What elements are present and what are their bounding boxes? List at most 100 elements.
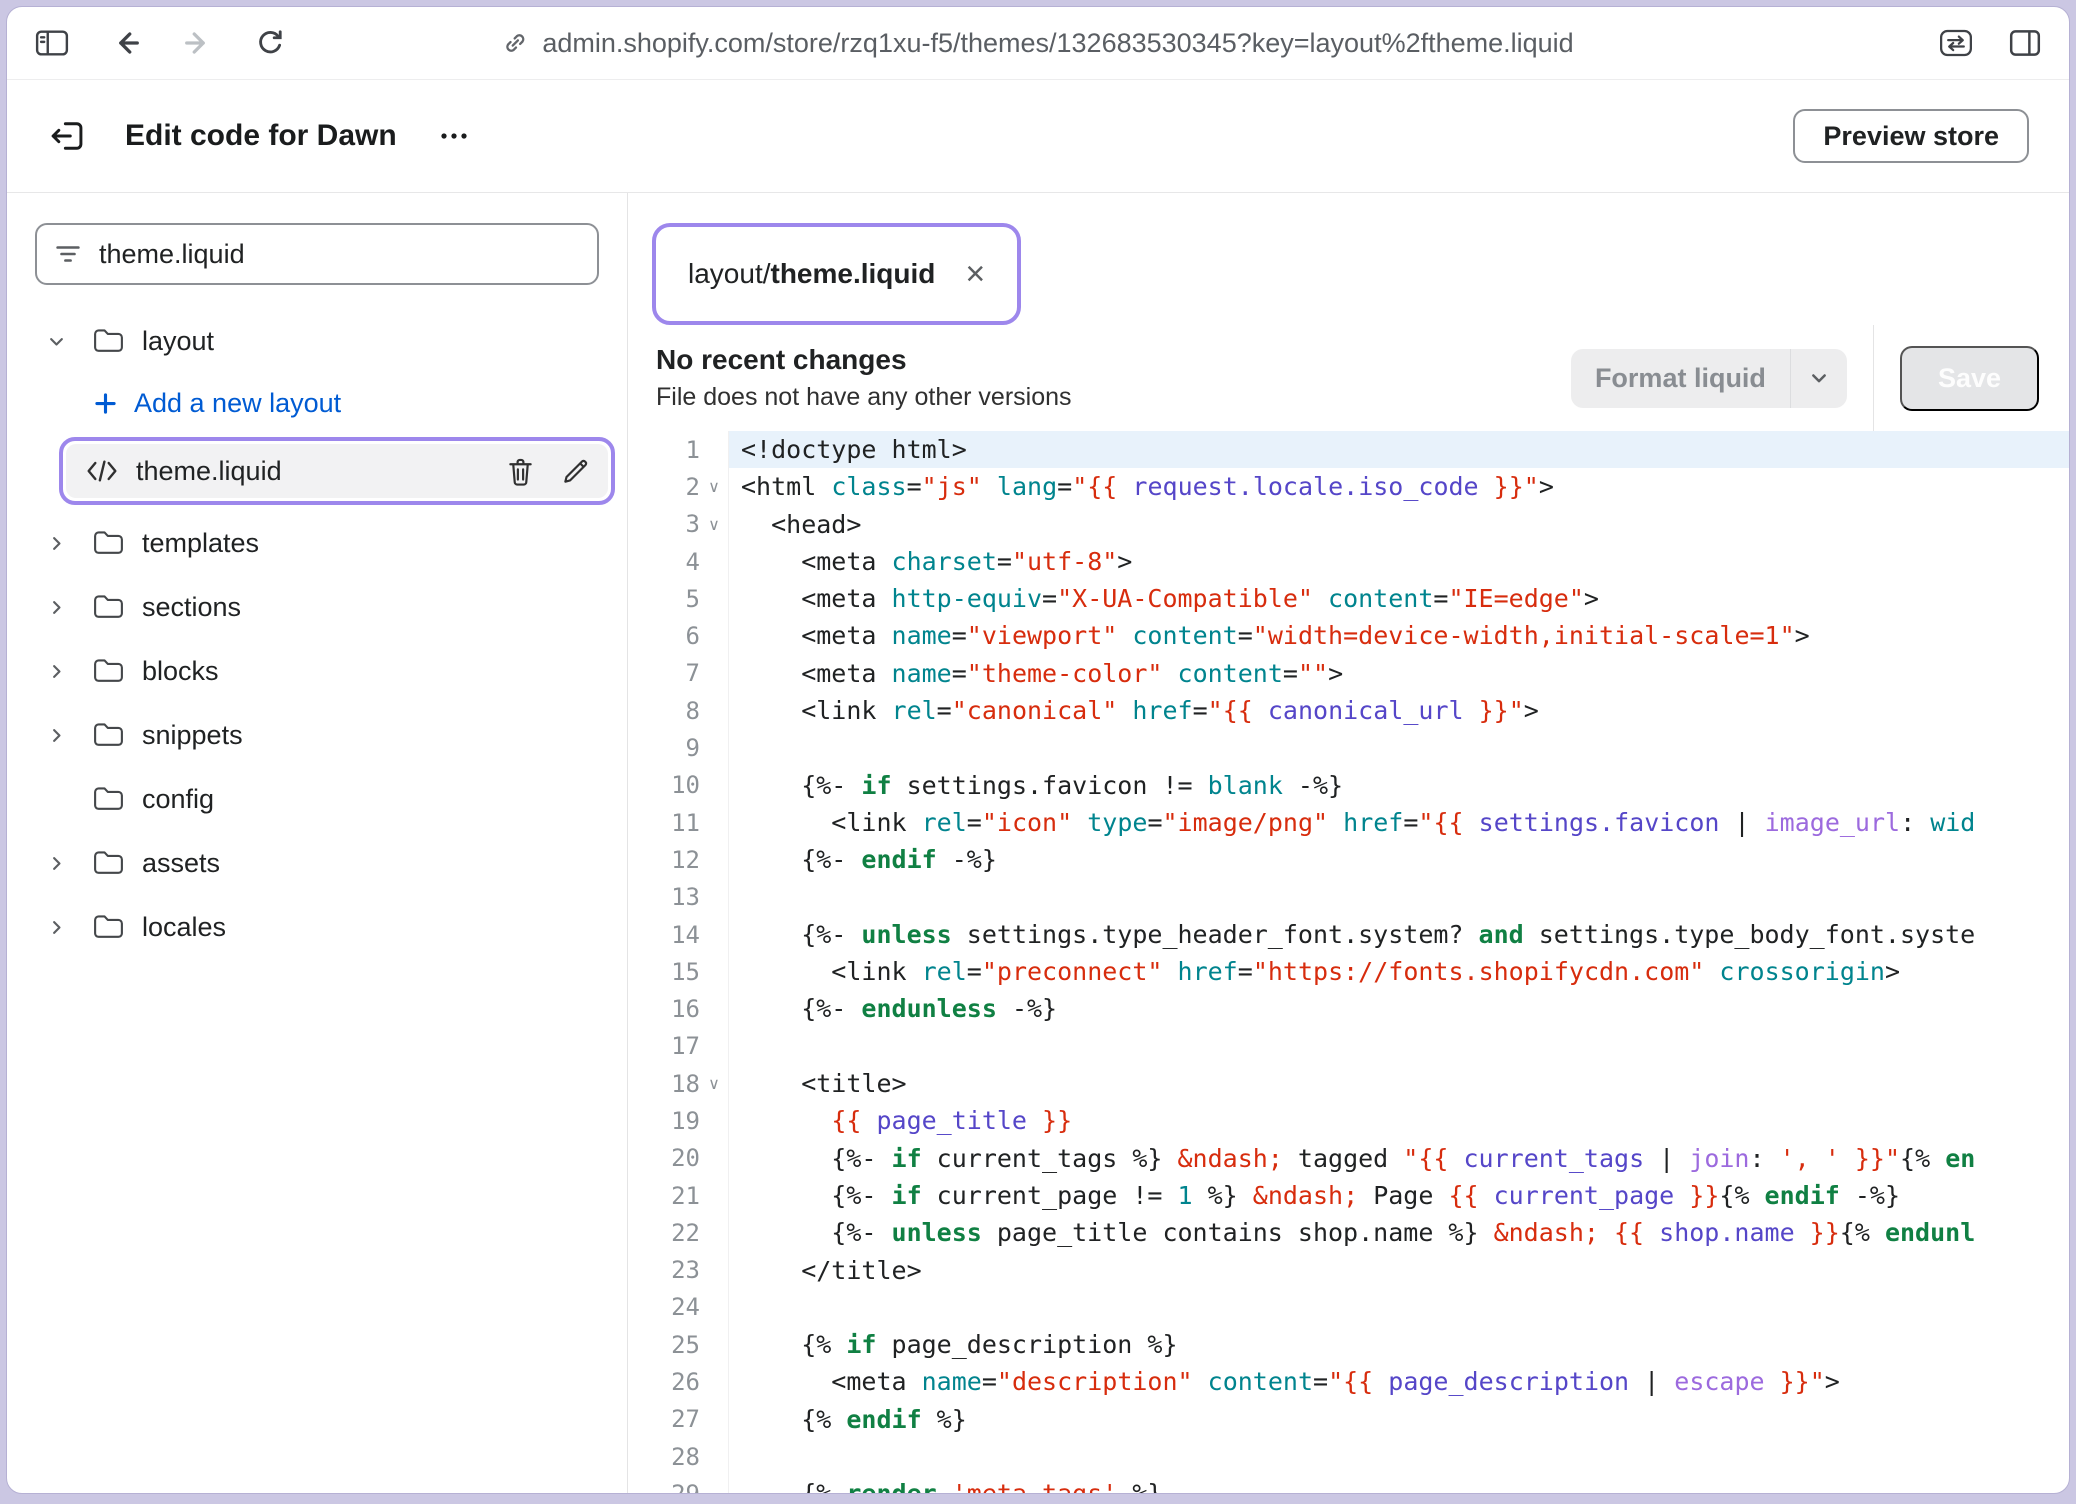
code-line[interactable] — [729, 729, 2069, 766]
line-number: 9 — [628, 729, 728, 766]
editor-status-bar: No recent changes File does not have any… — [628, 325, 2069, 431]
code-line[interactable]: </title> — [729, 1252, 2069, 1289]
file-search-box[interactable] — [35, 223, 599, 285]
back-icon[interactable] — [111, 28, 141, 58]
sidebar-item-label: locales — [142, 912, 226, 943]
code-line[interactable]: <html class="js" lang="{{ request.locale… — [729, 468, 2069, 505]
fold-chevron-icon[interactable]: ∨ — [700, 515, 728, 534]
fold-chevron-icon[interactable]: ∨ — [700, 477, 728, 496]
code-line[interactable]: <title> — [729, 1065, 2069, 1102]
app-header: Edit code for Dawn Preview store — [7, 80, 2069, 192]
chevron-right-icon[interactable] — [47, 726, 93, 745]
code-line[interactable]: {%- unless page_title contains shop.name… — [729, 1214, 2069, 1251]
line-number: 25 — [628, 1326, 728, 1363]
line-number: 6 — [628, 617, 728, 654]
chevron-down-icon[interactable] — [1790, 349, 1847, 408]
code-line[interactable]: <meta name="description" content="{{ pag… — [729, 1363, 2069, 1400]
address-bar[interactable]: admin.shopify.com/store/rzq1xu-f5/themes… — [502, 28, 1573, 59]
tab-bar: layout/theme.liquid × — [628, 193, 2069, 325]
code-line[interactable]: <meta charset="utf-8"> — [729, 543, 2069, 580]
rename-icon[interactable] — [561, 457, 590, 486]
chevron-right-icon[interactable] — [47, 662, 93, 681]
line-number: 16 — [628, 990, 728, 1027]
code-line[interactable] — [729, 879, 2069, 916]
line-number: 19 — [628, 1102, 728, 1139]
chevron-right-icon[interactable] — [47, 854, 93, 873]
sidebar-item-templates[interactable]: templates — [7, 511, 627, 575]
save-button[interactable]: Save — [1900, 346, 2039, 411]
code-line[interactable]: <meta http-equiv="X-UA-Compatible" conte… — [729, 580, 2069, 617]
sidebar-item-blocks[interactable]: blocks — [7, 639, 627, 703]
folder-icon — [93, 594, 124, 620]
sidebar-item-sections[interactable]: sections — [7, 575, 627, 639]
line-number: 18∨ — [628, 1065, 728, 1102]
chevron-down-icon[interactable] — [47, 332, 93, 351]
file-sidebar: layout Add a new layout theme.liquid tem… — [7, 193, 628, 1493]
fold-chevron-icon[interactable]: ∨ — [700, 1074, 728, 1093]
status-title: No recent changes — [656, 344, 1072, 376]
code-editor[interactable]: 12∨3∨456789101112131415161718∨1920212223… — [628, 431, 2069, 1493]
code-line[interactable] — [729, 1289, 2069, 1326]
code-line[interactable]: <link rel="icon" type="image/png" href="… — [729, 804, 2069, 841]
code-file-icon — [86, 458, 118, 484]
sidebar-item-locales[interactable]: locales — [7, 895, 627, 959]
code-line[interactable]: {% render 'meta-tags' %} — [729, 1475, 2069, 1493]
tab-theme-liquid[interactable]: layout/theme.liquid × — [660, 231, 1013, 317]
forward-icon[interactable] — [183, 28, 213, 58]
more-actions-icon[interactable] — [439, 132, 469, 140]
code-line[interactable]: {%- if current_tags %} &ndash; tagged "{… — [729, 1140, 2069, 1177]
code-line[interactable] — [729, 1438, 2069, 1475]
code-line[interactable]: <head> — [729, 506, 2069, 543]
folder-icon — [93, 850, 124, 876]
reload-icon[interactable] — [255, 28, 285, 58]
line-number: 23 — [628, 1252, 728, 1289]
sidebar-item-snippets[interactable]: snippets — [7, 703, 627, 767]
file-search-input[interactable] — [97, 238, 579, 271]
exit-icon[interactable] — [47, 118, 87, 154]
sidebar-item-config[interactable]: config — [7, 767, 627, 831]
code-line[interactable]: <meta name="viewport" content="width=dev… — [729, 617, 2069, 654]
line-number: 21 — [628, 1177, 728, 1214]
code-line[interactable]: {% if page_description %} — [729, 1326, 2069, 1363]
code-line[interactable]: {%- endunless -%} — [729, 990, 2069, 1027]
format-liquid-button[interactable]: Format liquid — [1571, 349, 1847, 408]
code-line[interactable]: {%- if current_page != 1 %} &ndash; Page… — [729, 1177, 2069, 1214]
folder-icon — [93, 530, 124, 556]
line-number: 4 — [628, 543, 728, 580]
sidebar-toggle-icon[interactable] — [35, 28, 69, 58]
code-line[interactable]: {%- unless settings.type_header_font.sys… — [729, 916, 2069, 953]
sidebar-item-label: blocks — [142, 656, 219, 687]
sidebar-item-assets[interactable]: assets — [7, 831, 627, 895]
extensions-icon[interactable] — [1939, 28, 1973, 58]
editor-actions: Format liquid Save — [1571, 325, 2069, 431]
code-line[interactable]: {%- endif -%} — [729, 841, 2069, 878]
status-subtitle: File does not have any other versions — [656, 383, 1072, 412]
line-number: 10 — [628, 767, 728, 804]
sidebar-item-layout[interactable]: layout — [7, 309, 627, 373]
delete-icon[interactable] — [506, 457, 535, 486]
line-number: 12 — [628, 841, 728, 878]
sidebar-item-label: layout — [142, 326, 214, 357]
code-line[interactable]: {%- if settings.favicon != blank -%} — [729, 767, 2069, 804]
chevron-right-icon[interactable] — [47, 598, 93, 617]
line-number: 28 — [628, 1438, 728, 1475]
add-new-layout-link[interactable]: Add a new layout — [7, 373, 627, 433]
sidebar-item-theme-liquid[interactable]: theme.liquid — [66, 444, 608, 498]
code-area[interactable]: <!doctype html><html class="js" lang="{{… — [729, 431, 2069, 1493]
code-line[interactable]: {% endif %} — [729, 1401, 2069, 1438]
close-icon[interactable]: × — [965, 257, 985, 291]
line-number-gutter: 12∨3∨456789101112131415161718∨1920212223… — [628, 431, 729, 1493]
code-line[interactable]: {{ page_title }} — [729, 1102, 2069, 1139]
chevron-right-icon[interactable] — [47, 918, 93, 937]
chevron-right-icon[interactable] — [47, 534, 93, 553]
code-line[interactable] — [729, 1028, 2069, 1065]
code-line[interactable]: <link rel="canonical" href="{{ canonical… — [729, 692, 2069, 729]
preview-store-button[interactable]: Preview store — [1793, 109, 2029, 163]
code-line[interactable]: <meta name="theme-color" content=""> — [729, 655, 2069, 692]
folder-icon — [93, 914, 124, 940]
browser-window: admin.shopify.com/store/rzq1xu-f5/themes… — [6, 6, 2070, 1494]
code-line[interactable]: <!doctype html> — [729, 431, 2069, 468]
code-line[interactable]: <link rel="preconnect" href="https://fon… — [729, 953, 2069, 990]
format-liquid-label: Format liquid — [1571, 349, 1790, 408]
split-view-icon[interactable] — [2009, 28, 2041, 58]
